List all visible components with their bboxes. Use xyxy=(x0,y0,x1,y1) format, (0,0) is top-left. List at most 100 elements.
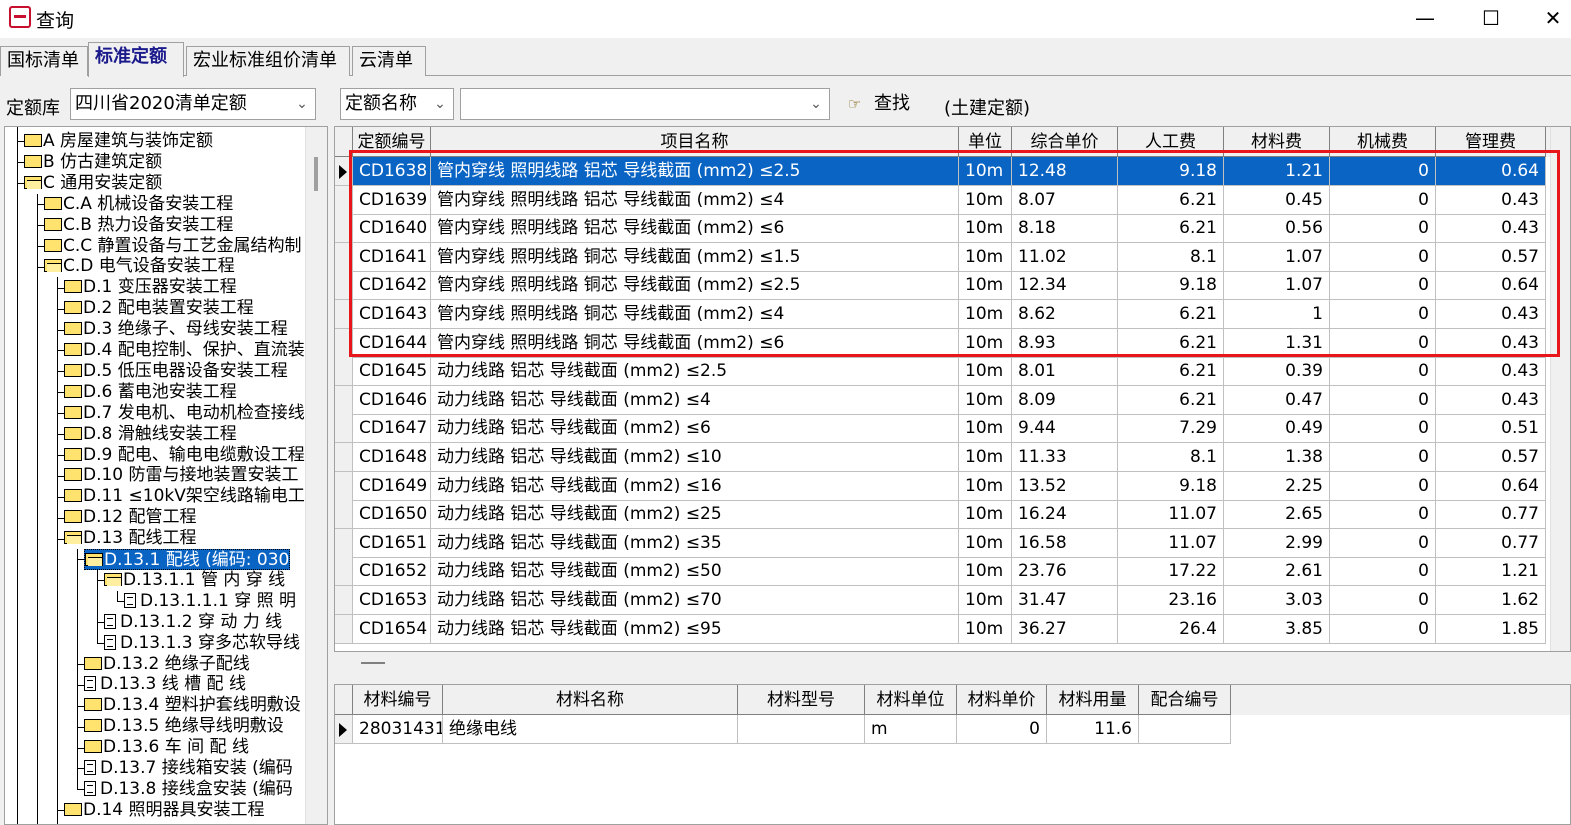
header-code[interactable]: 定额编号 xyxy=(353,127,431,157)
cell-unit-price[interactable]: 8.62 xyxy=(1012,300,1118,329)
cell-management[interactable]: 0.43 xyxy=(1436,300,1546,329)
cell-management[interactable]: 0.43 xyxy=(1436,328,1546,358)
table-row[interactable]: CD1645 动力线路 铝芯 导线截面 (mm2) ≤2.5 10m 8.01 6.21… xyxy=(335,357,1570,387)
header-material-model[interactable]: 材料型号 xyxy=(738,685,865,715)
table-row[interactable]: CD1638 管内穿线 照明线路 铝芯 导线截面 (mm2) ≤2.5 10m 12.… xyxy=(335,157,1570,186)
cell-machine[interactable]: 0 xyxy=(1330,214,1436,244)
cell-labor[interactable]: 23.16 xyxy=(1118,586,1224,615)
cell-material[interactable]: 1.31 xyxy=(1224,328,1330,358)
cell-labor[interactable]: 9.18 xyxy=(1118,471,1224,501)
cell-code[interactable]: CD1646 xyxy=(353,385,431,415)
header-material-code[interactable]: 材料编号 xyxy=(353,685,443,715)
cell-material[interactable]: 0.49 xyxy=(1224,414,1330,444)
table-row[interactable]: CD1647 动力线路 铝芯 导线截面 (mm2) ≤6 10m 9.44 7.29 0.… xyxy=(335,414,1570,444)
cell-code[interactable]: CD1640 xyxy=(353,214,431,244)
tree-node[interactable]: D.13.7 接线箱安装 (编码 xyxy=(84,758,293,779)
table-row[interactable]: CD1642 管内穿线 照明线路 铜芯 导线截面 (mm2) ≤2.5 10m 12.… xyxy=(335,271,1570,301)
cell-unit-price[interactable]: 8.09 xyxy=(1012,385,1118,415)
cell-machine[interactable]: 0 xyxy=(1330,414,1436,444)
tree-node[interactable]: D.13.2 绝缘子配线 xyxy=(84,654,250,675)
cell-name[interactable]: 动力线路 铝芯 导线截面 (mm2) ≤35 xyxy=(431,528,959,558)
cell-name[interactable]: 动力线路 铝芯 导线截面 (mm2) ≤95 xyxy=(431,614,959,644)
tree-node[interactable]: C 通用安装定额 xyxy=(24,173,162,194)
cell-labor[interactable]: 17.22 xyxy=(1118,557,1224,587)
cell-material[interactable]: 1 xyxy=(1224,300,1330,329)
tree-node[interactable]: D.9 配电、输电电缆敷设工程 xyxy=(64,445,305,466)
cell-material-price[interactable]: 0 xyxy=(957,715,1047,744)
cell-material-model[interactable] xyxy=(738,715,865,744)
cell-unit-price[interactable]: 36.27 xyxy=(1012,614,1118,644)
tree-node[interactable]: D.8 滑触线安装工程 xyxy=(64,424,237,445)
cell-management[interactable]: 0.43 xyxy=(1436,214,1546,244)
cell-name[interactable]: 动力线路 铝芯 导线截面 (mm2) ≤50 xyxy=(431,557,959,587)
table-row[interactable]: CD1648 动力线路 铝芯 导线截面 (mm2) ≤10 10m 11.33 8.1 1… xyxy=(335,443,1570,472)
cell-name[interactable]: 动力线路 铝芯 导线截面 (mm2) ≤6 xyxy=(431,414,959,444)
cell-labor[interactable]: 11.07 xyxy=(1118,500,1224,530)
cell-labor[interactable]: 6.21 xyxy=(1118,357,1224,387)
cell-material[interactable]: 3.85 xyxy=(1224,614,1330,644)
maximize-button[interactable]: ☐ xyxy=(1468,4,1514,32)
cell-unit[interactable]: 10m xyxy=(959,614,1012,644)
tree-node[interactable]: C.B 热力设备安装工程 xyxy=(44,215,233,236)
cell-labor[interactable]: 9.18 xyxy=(1118,157,1224,186)
library-select[interactable]: 四川省2020清单定额 ⌄ xyxy=(70,88,316,120)
cell-unit-price[interactable]: 12.48 xyxy=(1012,157,1118,186)
tree-node[interactable]: B 仿古建筑定额 xyxy=(24,152,162,173)
header-material[interactable]: 材料费 xyxy=(1224,127,1330,157)
cell-code[interactable]: CD1639 xyxy=(353,185,431,215)
cell-material[interactable]: 1.07 xyxy=(1224,271,1330,301)
cell-unit-price[interactable]: 9.44 xyxy=(1012,414,1118,444)
cell-material[interactable]: 1.07 xyxy=(1224,242,1330,272)
cell-labor[interactable]: 9.18 xyxy=(1118,271,1224,301)
cell-code[interactable]: CD1648 xyxy=(353,443,431,472)
close-button[interactable]: ✕ xyxy=(1530,4,1571,32)
tree-node[interactable]: D.13.5 绝缘导线明敷设 xyxy=(84,716,284,737)
header-unit[interactable]: 单位 xyxy=(959,127,1012,157)
cell-code[interactable]: CD1638 xyxy=(353,157,431,186)
cell-management[interactable]: 0.43 xyxy=(1436,185,1546,215)
tree-node[interactable]: D.13.8 接线盒安装 (编码 xyxy=(84,779,293,800)
cell-management[interactable]: 0.43 xyxy=(1436,357,1546,387)
cell-management[interactable]: 0.51 xyxy=(1436,414,1546,444)
cell-labor[interactable]: 6.21 xyxy=(1118,214,1224,244)
cell-machine[interactable]: 0 xyxy=(1330,500,1436,530)
cell-labor[interactable]: 6.21 xyxy=(1118,300,1224,329)
header-mix-code[interactable]: 配合编号 xyxy=(1139,685,1231,715)
cell-material-code[interactable]: 28031431 xyxy=(353,715,443,744)
header-labor[interactable]: 人工费 xyxy=(1118,127,1224,157)
cell-code[interactable]: CD1653 xyxy=(353,586,431,615)
tab-hongye-list[interactable]: 宏业标准组价清单 xyxy=(186,46,350,76)
cell-labor[interactable]: 6.21 xyxy=(1118,328,1224,358)
find-button[interactable]: ☞ 查找 xyxy=(848,92,910,118)
cell-unit-price[interactable]: 8.93 xyxy=(1012,328,1118,358)
tab-cloud-list[interactable]: 云清单 xyxy=(352,46,426,76)
cell-machine[interactable]: 0 xyxy=(1330,614,1436,644)
cell-unit[interactable]: 10m xyxy=(959,500,1012,530)
tree-node[interactable]: D.3 绝缘子、母线安装工程 xyxy=(64,319,288,340)
cell-labor[interactable]: 11.07 xyxy=(1118,528,1224,558)
cell-machine[interactable]: 0 xyxy=(1330,242,1436,272)
cell-management[interactable]: 0.64 xyxy=(1436,271,1546,301)
cell-material-name[interactable]: 绝缘电线 xyxy=(443,715,738,744)
tree-node[interactable]: C.A 机械设备安装工程 xyxy=(44,194,233,215)
cell-material[interactable]: 2.61 xyxy=(1224,557,1330,587)
cell-unit[interactable]: 10m xyxy=(959,214,1012,244)
table-row[interactable]: CD1641 管内穿线 照明线路 铜芯 导线截面 (mm2) ≤1.5 10m 11.… xyxy=(335,242,1570,272)
cell-material[interactable]: 0.56 xyxy=(1224,214,1330,244)
tree-scroll-thumb[interactable] xyxy=(314,157,318,191)
cell-unit[interactable]: 10m xyxy=(959,271,1012,301)
cell-unit[interactable]: 10m xyxy=(959,328,1012,358)
cell-management[interactable]: 0.64 xyxy=(1436,471,1546,501)
cell-unit-price[interactable]: 11.33 xyxy=(1012,443,1118,472)
tree-node[interactable]: D.13.1.1 管 内 穿 线 xyxy=(104,570,285,591)
cell-labor[interactable]: 8.1 xyxy=(1118,242,1224,272)
tree-node[interactable]: A 房屋建筑与装饰定额 xyxy=(24,131,213,152)
cell-management[interactable]: 0.57 xyxy=(1436,242,1546,272)
tree-node[interactable]: D.13.1.3 穿多芯软导线 xyxy=(104,633,300,654)
cell-machine[interactable]: 0 xyxy=(1330,443,1436,472)
cell-code[interactable]: CD1649 xyxy=(353,471,431,501)
tree-node[interactable]: D.13.3 线 槽 配 线 xyxy=(84,674,246,695)
header-material-price[interactable]: 材料单价 xyxy=(957,685,1047,715)
cell-name[interactable]: 动力线路 铝芯 导线截面 (mm2) ≤2.5 xyxy=(431,357,959,387)
cell-management[interactable]: 1.62 xyxy=(1436,586,1546,615)
